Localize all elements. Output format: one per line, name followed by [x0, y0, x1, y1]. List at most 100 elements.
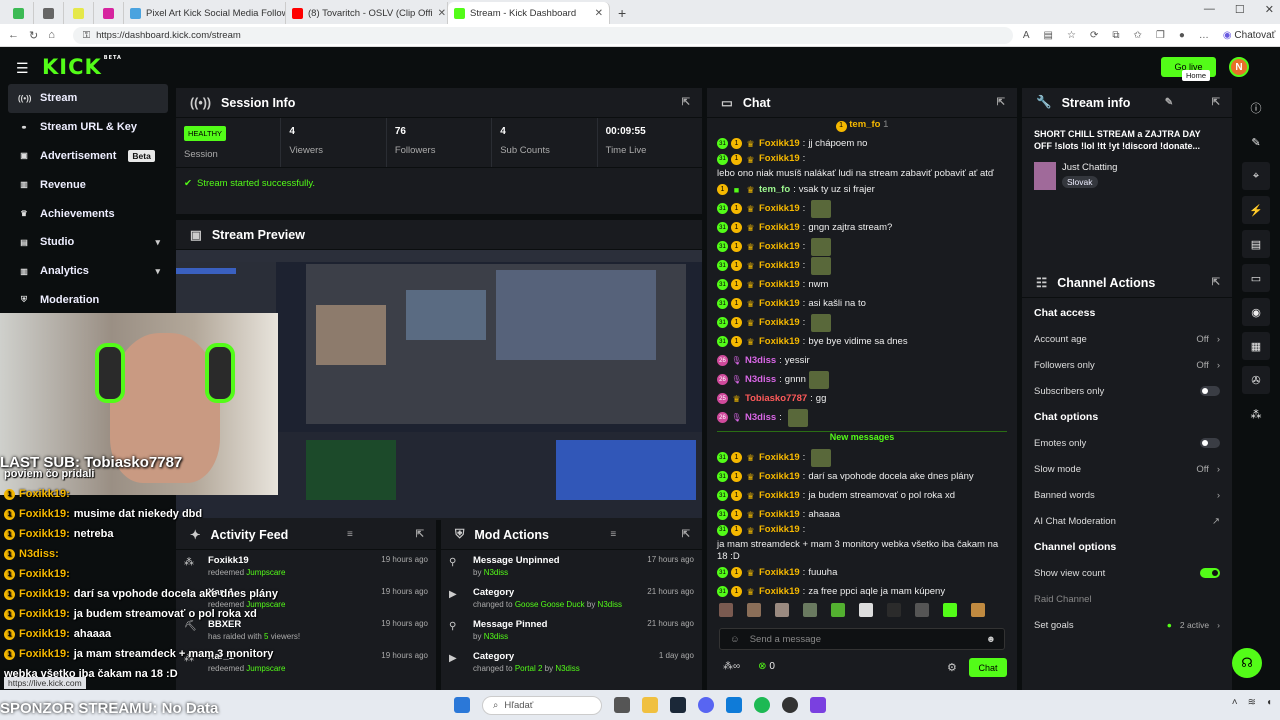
- chevron-up-icon[interactable]: ˄: [1232, 697, 1238, 708]
- wifi-icon[interactable]: ≋: [1248, 697, 1256, 708]
- emotes-only-toggle[interactable]: [1200, 438, 1220, 448]
- collections-icon[interactable]: ❐: [1156, 30, 1165, 41]
- emote-icon[interactable]: [971, 603, 985, 617]
- filter-icon[interactable]: ≡: [347, 529, 353, 540]
- menu-icon[interactable]: ☰: [16, 60, 29, 77]
- star-icon[interactable]: ☆: [1067, 30, 1076, 41]
- browser-tab[interactable]: [4, 2, 34, 24]
- chat-username[interactable]: Foxikk19: [759, 524, 800, 536]
- tab-close-icon[interactable]: ✕: [595, 8, 603, 19]
- emote-icon[interactable]: [747, 603, 761, 617]
- kick-logo[interactable]: KICK BETA: [42, 55, 122, 79]
- copilot-button[interactable]: ◉ Chatovať: [1223, 30, 1276, 41]
- raid-channel-row[interactable]: Raid Channel: [1022, 586, 1232, 612]
- popout-icon[interactable]: ⇱: [1212, 277, 1220, 288]
- chat-username[interactable]: N3diss: [745, 412, 776, 424]
- info-icon[interactable]: ⓘ: [1242, 94, 1270, 122]
- chat-username[interactable]: Foxikk19: [759, 138, 800, 150]
- profile-icon[interactable]: ●: [1179, 30, 1185, 41]
- chat-username[interactable]: Foxikk19: [759, 317, 800, 329]
- chat-username[interactable]: N3diss: [745, 355, 776, 367]
- maximize-icon[interactable]: ☐: [1235, 3, 1245, 16]
- new-messages-divider[interactable]: New messages: [717, 431, 1007, 444]
- chat-username[interactable]: Foxikk19: [759, 153, 800, 165]
- edge-icon[interactable]: [726, 697, 742, 713]
- emoji-icon[interactable]: ☺: [730, 634, 740, 645]
- back-icon[interactable]: ←: [8, 29, 19, 41]
- sidebar-item-moderation[interactable]: ⛨ Moderation: [8, 286, 168, 315]
- windows-start-icon[interactable]: [454, 697, 470, 713]
- chat-username[interactable]: Foxikk19: [759, 260, 800, 272]
- emote-icon[interactable]: [915, 603, 929, 617]
- ai-moderation-row[interactable]: AI Chat Moderation ↗: [1022, 508, 1232, 534]
- sidebar-item-revenue[interactable]: ▥ Revenue: [8, 170, 168, 199]
- chat-username[interactable]: Foxikk19: [759, 509, 800, 521]
- user-avatar[interactable]: N: [1229, 57, 1249, 77]
- chat-send-button[interactable]: Chat: [969, 658, 1007, 677]
- mod-action-by[interactable]: N3diss: [555, 664, 579, 673]
- more-icon[interactable]: …: [1199, 30, 1209, 41]
- chat-username[interactable]: Tobiasko7787: [745, 393, 807, 405]
- refresh-icon[interactable]: ⟳: [1090, 30, 1098, 41]
- obs-icon[interactable]: [782, 697, 798, 713]
- show-view-count-toggle[interactable]: [1200, 568, 1220, 578]
- filter-icon[interactable]: ≡: [610, 529, 616, 540]
- settings-icon[interactable]: ⚙: [947, 661, 957, 674]
- browser-tab[interactable]: Pixel Art Kick Social Media Follow✕: [124, 2, 286, 24]
- browser-tab[interactable]: (8) Tovaritch - OSLV (Clip Offi ✕: [286, 2, 448, 24]
- browser-tab[interactable]: [34, 2, 64, 24]
- mod-action-by[interactable]: N3diss: [598, 600, 622, 609]
- close-window-icon[interactable]: ✕: [1265, 3, 1274, 16]
- chat-username[interactable]: Foxikk19: [759, 336, 800, 348]
- document-icon[interactable]: ▤: [1242, 230, 1270, 258]
- tab-close-icon[interactable]: ✕: [438, 8, 446, 19]
- panel-icon[interactable]: ▦: [1242, 332, 1270, 360]
- extensions-icon[interactable]: ⧉: [1112, 30, 1119, 41]
- browser-tab[interactable]: [94, 2, 124, 24]
- browser-tab[interactable]: Stream - Kick Dashboard ✕: [448, 2, 610, 24]
- emote-icon[interactable]: [803, 603, 817, 617]
- chat-username[interactable]: N3diss: [745, 374, 776, 386]
- reader-icon[interactable]: ▤: [1044, 30, 1053, 41]
- chat-username[interactable]: Foxikk19: [759, 298, 800, 310]
- chat-input[interactable]: ☺ Send a message ☻: [719, 628, 1005, 650]
- set-goals-row[interactable]: Set goals ● 2 active ›: [1022, 612, 1232, 638]
- chat-users-icon[interactable]: ⁂∞: [723, 661, 740, 672]
- bolt-icon[interactable]: ⚡: [1242, 196, 1270, 224]
- new-tab-icon[interactable]: +: [610, 2, 634, 24]
- taskbar-search[interactable]: ⌕ Hľadať: [482, 695, 602, 715]
- mod-action-by[interactable]: N3diss: [484, 632, 508, 641]
- favorites-icon[interactable]: ✩: [1134, 30, 1142, 41]
- kick-points-icon[interactable]: ⊗ 0: [758, 661, 775, 672]
- subscribers-only-toggle[interactable]: [1200, 386, 1220, 396]
- app-grid-icon[interactable]: [810, 697, 826, 713]
- chat-username[interactable]: Foxikk19: [759, 222, 800, 234]
- sidebar-item-stream-url-key[interactable]: ⚭ Stream URL & Key: [8, 113, 168, 142]
- popout-icon[interactable]: ⇱: [997, 97, 1005, 108]
- emote-icon[interactable]: [943, 603, 957, 617]
- sidebar-item-achievements[interactable]: ♛ Achievements: [8, 199, 168, 228]
- popout-icon[interactable]: ⇱: [682, 97, 690, 108]
- emote-picker-icon[interactable]: ☻: [986, 634, 996, 645]
- chat-username[interactable]: Foxikk19: [759, 452, 800, 464]
- reload-icon[interactable]: ↻: [29, 29, 38, 42]
- spotify-icon[interactable]: [754, 697, 770, 713]
- sidebar-item-studio[interactable]: ▤ Studio ▾: [8, 228, 168, 257]
- sidebar-item-analytics[interactable]: ▥ Analytics ▾: [8, 257, 168, 286]
- chat-username[interactable]: Foxikk19: [759, 490, 800, 502]
- account-age-row[interactable]: Account age Off ›: [1022, 326, 1232, 352]
- broadcast-icon[interactable]: ◉: [1242, 298, 1270, 326]
- edit-icon[interactable]: ✎: [1242, 128, 1270, 156]
- users-icon[interactable]: ⁂: [1242, 400, 1270, 428]
- mod-action-by[interactable]: N3diss: [484, 568, 508, 577]
- translate-icon[interactable]: A: [1023, 30, 1030, 41]
- volume-icon[interactable]: ◖: [1266, 697, 1272, 708]
- popout-icon[interactable]: ⇱: [1212, 97, 1220, 108]
- emote-icon[interactable]: [775, 603, 789, 617]
- help-icon[interactable]: ☊: [1232, 648, 1262, 678]
- emote-icon[interactable]: [859, 603, 873, 617]
- popout-icon[interactable]: ⇱: [682, 529, 690, 540]
- emote-icon[interactable]: [719, 603, 733, 617]
- emote-icon[interactable]: [887, 603, 901, 617]
- banned-words-row[interactable]: Banned words ›: [1022, 482, 1232, 508]
